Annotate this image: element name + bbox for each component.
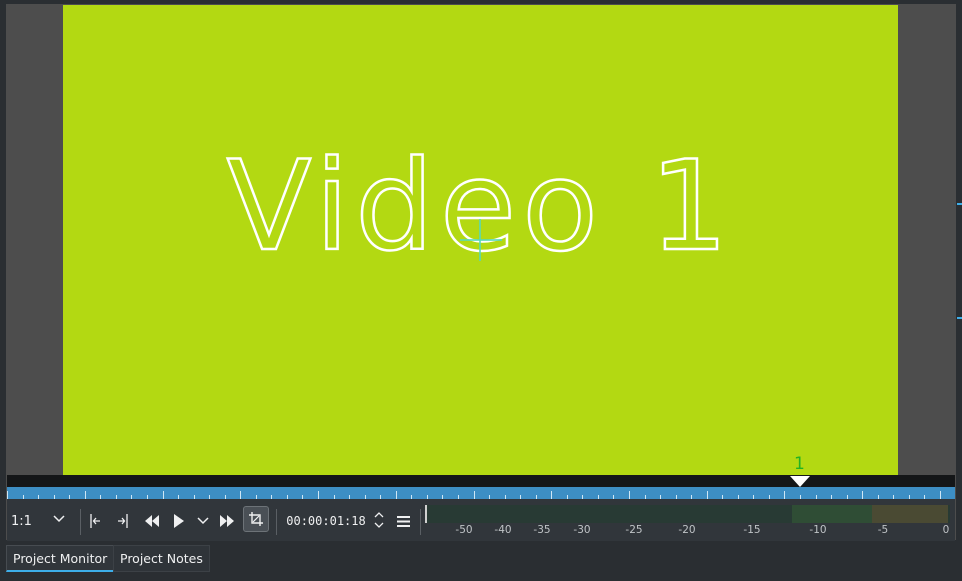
ruler-tick — [474, 491, 475, 499]
toolbar-separator — [276, 509, 277, 535]
meter-scale-label: -30 — [573, 524, 591, 536]
annotation-marker-1: 1 — [794, 454, 805, 474]
crop-icon[interactable] — [243, 506, 269, 532]
toolbar-separator — [420, 509, 421, 535]
meter-scale-label: -25 — [625, 524, 643, 536]
ruler-tick — [318, 491, 319, 499]
timeline-ruler-track[interactable] — [7, 475, 955, 487]
meter-scale-label: -15 — [743, 524, 761, 536]
play-icon[interactable] — [171, 510, 187, 532]
ruler-tick — [629, 491, 630, 499]
toolbar-separator — [80, 509, 81, 535]
tab-project-monitor[interactable]: Project Monitor — [6, 545, 115, 572]
video-preview[interactable]: Video 1 — [63, 5, 898, 475]
ruler-tick — [707, 491, 708, 499]
ruler-tick — [163, 491, 164, 499]
zoom-value: 1:1 — [11, 513, 32, 529]
tab-project-notes[interactable]: Project Notes — [113, 545, 210, 572]
fast-forward-icon[interactable] — [218, 510, 236, 532]
ruler-tick — [240, 491, 241, 499]
spin-arrows-icon[interactable] — [372, 509, 386, 531]
meter-peak-zone — [872, 505, 948, 523]
set-zone-out-icon[interactable] — [115, 510, 131, 532]
ruler-tick — [940, 491, 941, 499]
timecode-field[interactable]: 00:00:01:18 — [282, 509, 370, 533]
hamburger-menu-icon[interactable] — [395, 510, 411, 532]
ruler-tick — [551, 491, 552, 499]
meter-scale-label: -35 — [533, 524, 551, 536]
meter-scale-label: -50 — [455, 524, 473, 536]
playhead-marker[interactable] — [790, 476, 810, 487]
ruler-tick — [396, 491, 397, 499]
ruler-tick — [862, 491, 863, 499]
timeline-ruler[interactable] — [7, 487, 955, 499]
tab-label: Project Monitor — [13, 550, 108, 566]
meter-scale-label: -20 — [678, 524, 696, 536]
rewind-icon[interactable] — [143, 510, 161, 532]
meter-warning-zone — [792, 505, 872, 523]
center-crosshair-vertical — [479, 219, 481, 261]
ruler-tick — [7, 491, 8, 499]
set-zone-in-icon[interactable] — [87, 510, 103, 532]
meter-scale-label: -40 — [494, 524, 512, 536]
ruler-tick — [784, 491, 785, 499]
chevron-down-icon — [53, 513, 65, 528]
right-edge-indicator — [957, 195, 962, 335]
meter-scale-label: 0 — [942, 524, 950, 536]
center-crosshair-horizontal — [460, 239, 502, 241]
meter-scale-label: -10 — [809, 524, 827, 536]
meter-level-indicator — [425, 505, 427, 523]
zoom-dropdown[interactable]: 1:1 — [11, 509, 71, 533]
tab-label: Project Notes — [120, 551, 203, 566]
ruler-tick — [85, 491, 86, 499]
chevron-down-icon[interactable] — [196, 510, 210, 532]
meter-scale-label: -5 — [877, 524, 889, 536]
audio-level-meter — [425, 505, 950, 523]
